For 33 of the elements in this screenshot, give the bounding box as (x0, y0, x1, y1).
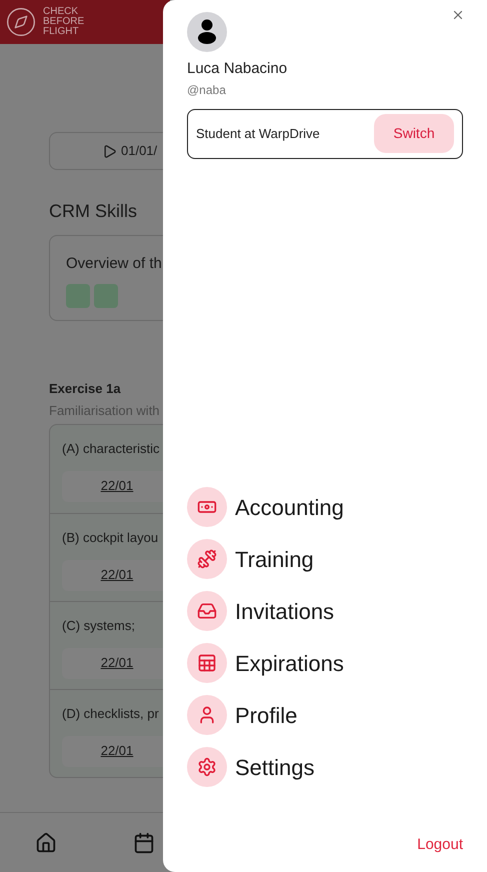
close-button[interactable] (451, 8, 465, 22)
progress-square (94, 284, 118, 308)
card-title: Overview of th (66, 254, 163, 274)
compass-icon (5, 6, 37, 38)
exercise-item-label: (A) characteristic (62, 440, 161, 458)
section-title: CRM Skills (49, 200, 138, 223)
home-icon[interactable] (35, 832, 57, 854)
exercise-item-label: (C) systems; (62, 617, 136, 635)
table-icon (197, 653, 217, 673)
exercise-item-label: (B) cockpit layou (62, 529, 160, 547)
logo-text: BEFORE (43, 17, 84, 27)
calendar-icon[interactable] (133, 832, 155, 854)
menu-item[interactable]: Profile (187, 695, 463, 735)
menu-item[interactable]: Expirations (187, 643, 463, 683)
menu-item[interactable]: Settings (187, 747, 463, 787)
person-icon (197, 19, 217, 45)
menu-item[interactable]: Invitations (187, 591, 463, 631)
menu-item[interactable]: Training (187, 539, 463, 579)
role-label: Student at WarpDrive (196, 124, 320, 143)
dumbbell-icon (197, 549, 217, 569)
inbox-icon (197, 601, 217, 621)
user-name: Luca Nabacino (187, 59, 288, 79)
user-handle: @naba (187, 82, 227, 98)
logo-text: FLIGHT (43, 27, 80, 37)
logout-link[interactable]: Logout (417, 835, 463, 855)
settings-icon (197, 757, 217, 777)
switch-button[interactable]: Switch (374, 114, 454, 153)
exercise-title: Exercise 1a (49, 380, 122, 398)
exercise-item-label: (D) checklists, pr (62, 705, 160, 723)
menu-item[interactable]: Accounting (187, 487, 463, 527)
progress-square (66, 284, 90, 308)
logo-text: CHECK (43, 7, 80, 17)
play-icon (102, 144, 117, 158)
